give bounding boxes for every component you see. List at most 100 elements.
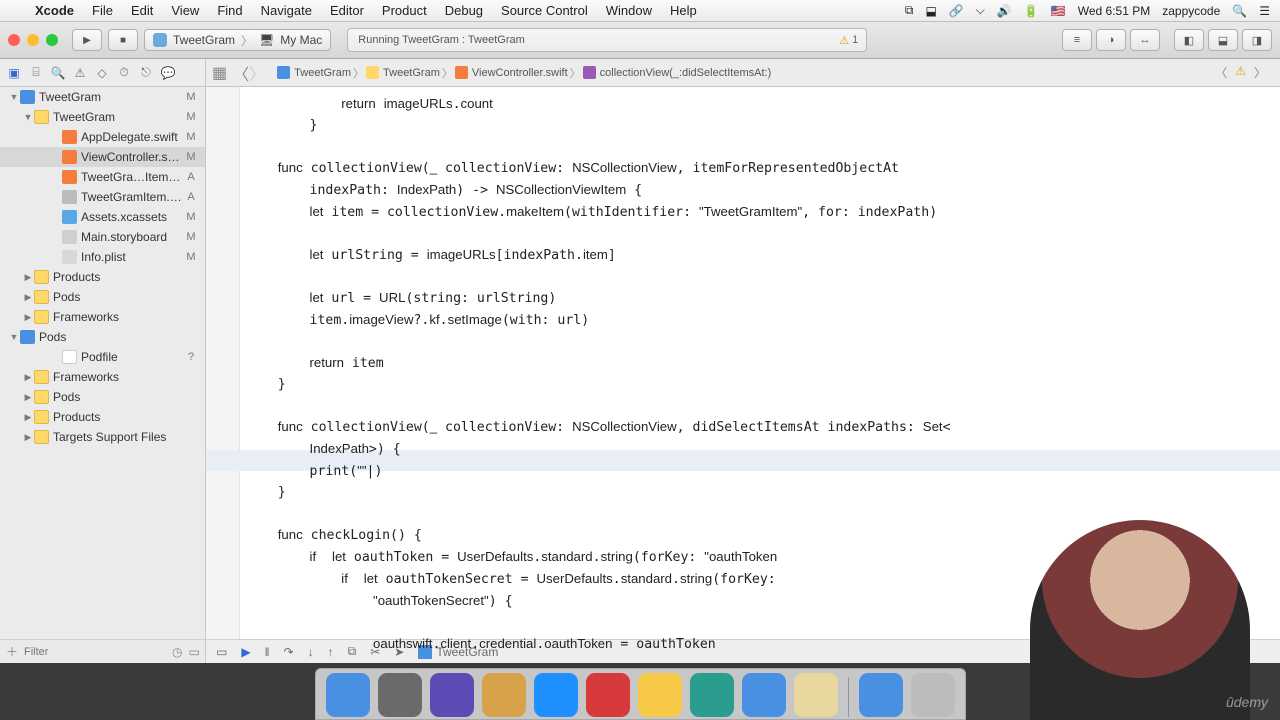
prev-issue-icon[interactable]: 〈 bbox=[1215, 64, 1227, 81]
volume-icon[interactable]: 🔊 bbox=[997, 4, 1012, 18]
notifications-icon[interactable]: ☰ bbox=[1259, 4, 1270, 18]
debug-navigator-icon[interactable]: ⏱ bbox=[114, 63, 134, 83]
dropbox-icon[interactable]: ⬓ bbox=[925, 4, 936, 18]
input-flag[interactable]: 🇺🇸 bbox=[1051, 4, 1066, 18]
filter-input[interactable] bbox=[24, 646, 166, 658]
dock-item[interactable] bbox=[859, 673, 903, 717]
file-row[interactable]: ▶Targets Support Files bbox=[0, 427, 205, 447]
file-row[interactable]: Main.storyboardM bbox=[0, 227, 205, 247]
dock-item[interactable] bbox=[638, 673, 682, 717]
file-row[interactable]: ▼TweetGramM bbox=[0, 87, 205, 107]
issue-navigator-icon[interactable]: ⚠ bbox=[70, 63, 90, 83]
disclosure-icon[interactable]: ▶ bbox=[22, 372, 34, 383]
symbol-navigator-icon[interactable]: ⌸ bbox=[26, 63, 46, 83]
screencast-icon[interactable]: ⧉ bbox=[905, 3, 914, 18]
dock-item[interactable] bbox=[326, 673, 370, 717]
breakpoint-navigator-icon[interactable]: ⎋ bbox=[136, 63, 156, 83]
find-navigator-icon[interactable]: 🔍 bbox=[48, 63, 68, 83]
menu-help[interactable]: Help bbox=[661, 3, 706, 18]
project-navigator-icon[interactable]: ▣ bbox=[4, 63, 24, 83]
menu-find[interactable]: Find bbox=[208, 3, 251, 18]
app-menu[interactable]: Xcode bbox=[26, 3, 83, 18]
file-row[interactable]: AppDelegate.swiftM bbox=[0, 127, 205, 147]
disclosure-icon[interactable]: ▶ bbox=[22, 432, 34, 443]
file-row[interactable]: ▶Products bbox=[0, 407, 205, 427]
file-row[interactable]: ▼Pods bbox=[0, 327, 205, 347]
warning-icon[interactable]: ⚠ bbox=[839, 34, 849, 47]
disclosure-icon[interactable]: ▶ bbox=[22, 312, 34, 323]
file-row[interactable]: TweetGramItem.xibA bbox=[0, 187, 205, 207]
close-button[interactable] bbox=[8, 34, 20, 46]
spotlight-icon[interactable]: 🔍 bbox=[1232, 4, 1247, 18]
source-editor[interactable]: return imageURLs.count } func collection… bbox=[206, 87, 1280, 663]
file-row[interactable]: ViewController.swiftM bbox=[0, 147, 205, 167]
scheme-selector[interactable]: TweetGram 〉 🖥 My Mac bbox=[144, 29, 331, 51]
standard-editor-button[interactable]: ≡ bbox=[1062, 29, 1092, 51]
toggle-bottom-panel-button[interactable]: ⬓ bbox=[1208, 29, 1238, 51]
issue-indicator-icon[interactable]: ⚠ bbox=[1235, 64, 1246, 81]
file-row[interactable]: ▶Frameworks bbox=[0, 307, 205, 327]
dock-item[interactable] bbox=[742, 673, 786, 717]
recents-filter-icon[interactable]: ◷ bbox=[172, 645, 182, 659]
dock-item[interactable] bbox=[586, 673, 630, 717]
disclosure-icon[interactable]: ▼ bbox=[22, 112, 34, 122]
stop-button[interactable] bbox=[108, 29, 138, 51]
version-editor-button[interactable]: ↔ bbox=[1130, 29, 1160, 51]
menu-debug[interactable]: Debug bbox=[436, 3, 492, 18]
file-row[interactable]: ▶Frameworks bbox=[0, 367, 205, 387]
toggle-right-panel-button[interactable]: ◨ bbox=[1242, 29, 1272, 51]
battery-icon[interactable]: 🔋 bbox=[1024, 4, 1039, 18]
minimize-button[interactable] bbox=[27, 34, 39, 46]
project-navigator[interactable]: ▼TweetGramM▼TweetGramMAppDelegate.swiftM… bbox=[0, 87, 206, 663]
next-issue-icon[interactable]: 〉 bbox=[1254, 64, 1266, 81]
menu-file[interactable]: File bbox=[83, 3, 122, 18]
file-row[interactable]: ▶Products bbox=[0, 267, 205, 287]
disclosure-icon[interactable]: ▶ bbox=[22, 272, 34, 283]
file-row[interactable]: Assets.xcassetsM bbox=[0, 207, 205, 227]
file-row[interactable]: Info.plistM bbox=[0, 247, 205, 267]
dock-item[interactable] bbox=[794, 673, 838, 717]
menu-view[interactable]: View bbox=[162, 3, 208, 18]
file-row[interactable]: TweetGra…Item.swiftA bbox=[0, 167, 205, 187]
menu-window[interactable]: Window bbox=[597, 3, 661, 18]
file-row[interactable]: ▶Pods bbox=[0, 387, 205, 407]
file-row[interactable]: ▶Pods bbox=[0, 287, 205, 307]
dock-item[interactable] bbox=[534, 673, 578, 717]
disclosure-icon[interactable]: ▼ bbox=[8, 332, 20, 342]
forward-button[interactable]: 〉 bbox=[249, 61, 271, 85]
dock-item[interactable] bbox=[482, 673, 526, 717]
dock-item[interactable] bbox=[430, 673, 474, 717]
run-button[interactable] bbox=[72, 29, 102, 51]
zoom-button[interactable] bbox=[46, 34, 58, 46]
disclosure-icon[interactable]: ▶ bbox=[22, 292, 34, 303]
disclosure-icon[interactable]: ▶ bbox=[22, 412, 34, 423]
user-name[interactable]: zappycode bbox=[1162, 4, 1220, 18]
disclosure-icon[interactable]: ▶ bbox=[22, 392, 34, 403]
menu-product[interactable]: Product bbox=[373, 3, 436, 18]
file-row[interactable]: ▼TweetGramM bbox=[0, 107, 205, 127]
clock[interactable]: Wed 6:51 PM bbox=[1078, 4, 1150, 18]
menu-editor[interactable]: Editor bbox=[321, 3, 373, 18]
link-icon[interactable]: 🔗 bbox=[949, 4, 964, 18]
code-content[interactable]: return imageURLs.count } func collection… bbox=[240, 87, 1280, 661]
file-row[interactable]: Podfile? bbox=[0, 347, 205, 367]
toggle-left-panel-button[interactable]: ◧ bbox=[1174, 29, 1204, 51]
report-navigator-icon[interactable]: 💬 bbox=[158, 63, 178, 83]
hide-debug-icon[interactable]: ▭ bbox=[216, 645, 227, 659]
disclosure-icon[interactable]: ▼ bbox=[8, 92, 20, 102]
test-navigator-icon[interactable]: ◇ bbox=[92, 63, 112, 83]
add-button[interactable]: ＋ bbox=[6, 643, 18, 660]
related-items-icon[interactable]: ▦ bbox=[206, 63, 233, 83]
jump-bar[interactable]: TweetGram 〉 TweetGram 〉 ViewController.s… bbox=[271, 64, 1280, 81]
menu-navigate[interactable]: Navigate bbox=[252, 3, 321, 18]
menu-source-control[interactable]: Source Control bbox=[492, 3, 597, 18]
back-button[interactable]: 〈 bbox=[233, 61, 249, 85]
dock-item[interactable] bbox=[378, 673, 422, 717]
gutter[interactable] bbox=[206, 87, 240, 663]
assistant-editor-button[interactable]: ◑ bbox=[1096, 29, 1126, 51]
dock-item[interactable] bbox=[690, 673, 734, 717]
wifi-icon[interactable]: ⌵ bbox=[976, 3, 985, 18]
menu-edit[interactable]: Edit bbox=[122, 3, 162, 18]
dock-item[interactable] bbox=[911, 673, 955, 717]
scm-filter-icon[interactable]: ▭ bbox=[189, 645, 200, 659]
